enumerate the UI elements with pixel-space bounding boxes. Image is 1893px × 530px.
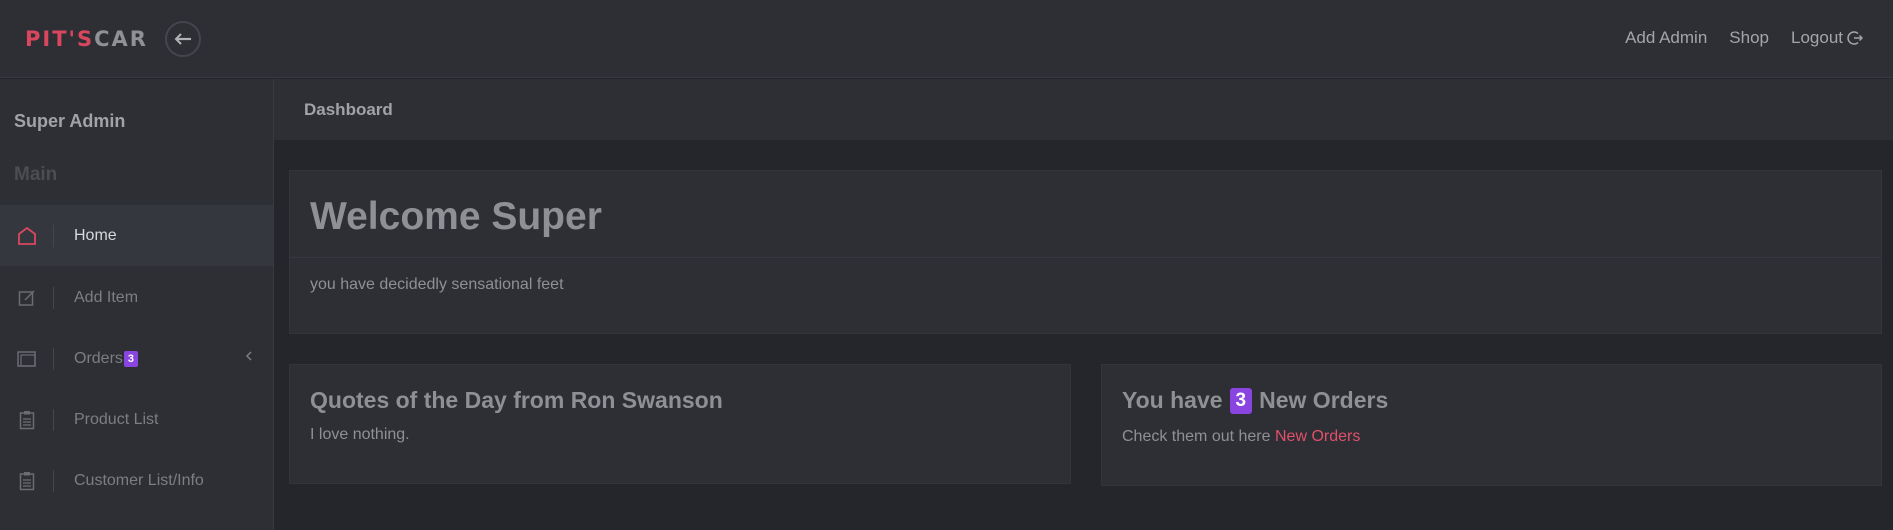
sidebar-item-label: Product List [74, 410, 159, 428]
sidebar-item-label: Add Item [74, 288, 139, 306]
quote-text: I love nothing. [310, 426, 410, 443]
clipboard-icon [19, 410, 34, 429]
orders-icon [16, 350, 36, 367]
sidebar-toggle-button[interactable] [165, 21, 201, 57]
edit-icon [18, 289, 35, 306]
welcome-subtitle: you have decidedly sensational feet [310, 276, 564, 293]
welcome-title: Welcome Super [310, 195, 602, 238]
brand-logo[interactable]: PIT'SCAR [25, 27, 148, 51]
logout-label: Logout [1791, 28, 1843, 47]
sidebar-item-customer-list[interactable]: Customer List/Info [0, 450, 273, 511]
new-orders-text: Check them out here New Orders [1122, 428, 1360, 446]
sidebar-item-label: Customer List/Info [74, 471, 204, 489]
sidebar-item-home[interactable]: Home [0, 205, 273, 266]
new-orders-body: Check them out here [1122, 428, 1271, 445]
chevron-left-icon[interactable] [245, 350, 253, 362]
top-navbar: PIT'SCAR Add Admin Shop Logout [0, 0, 1893, 78]
new-orders-link[interactable]: New Orders [1275, 428, 1360, 445]
sidebar-item-orders[interactable]: Orders 3 [0, 328, 273, 389]
top-nav-links: Add Admin Shop Logout [1625, 28, 1863, 48]
home-icon [17, 226, 36, 245]
welcome-card: Welcome Super you have decidedly sensati… [289, 170, 1882, 334]
title-prefix: You have [1122, 387, 1223, 413]
sidebar-item-add-item[interactable]: Add Item [0, 267, 273, 328]
breadcrumb: Dashboard [274, 79, 1893, 140]
sidebar: Super Admin Main Home Add Item Orders 3 … [0, 79, 274, 530]
new-orders-count-badge: 3 [1229, 387, 1253, 414]
arrow-left-icon [174, 33, 191, 45]
shop-link[interactable]: Shop [1729, 28, 1769, 48]
sidebar-user-name: Super Admin [14, 111, 126, 131]
sidebar-section-title: Main [14, 164, 58, 185]
quote-card-title: Quotes of the Day from Ron Swanson [310, 387, 723, 413]
clipboard-icon [19, 471, 34, 490]
sidebar-item-label: Home [74, 226, 117, 244]
logout-link[interactable]: Logout [1791, 28, 1863, 48]
logout-icon [1847, 31, 1863, 45]
breadcrumb-current: Dashboard [304, 100, 393, 119]
new-orders-title: You have 3 New Orders [1122, 387, 1388, 414]
quote-card: Quotes of the Day from Ron Swanson I lov… [289, 364, 1071, 484]
add-admin-link[interactable]: Add Admin [1625, 28, 1707, 48]
divider [290, 257, 1881, 258]
new-orders-card: You have 3 New Orders Check them out her… [1101, 364, 1882, 486]
title-suffix: New Orders [1259, 387, 1389, 413]
sidebar-item-label: Orders [74, 349, 123, 367]
orders-count-badge: 3 [123, 350, 139, 367]
sidebar-item-product-list[interactable]: Product List [0, 389, 273, 450]
